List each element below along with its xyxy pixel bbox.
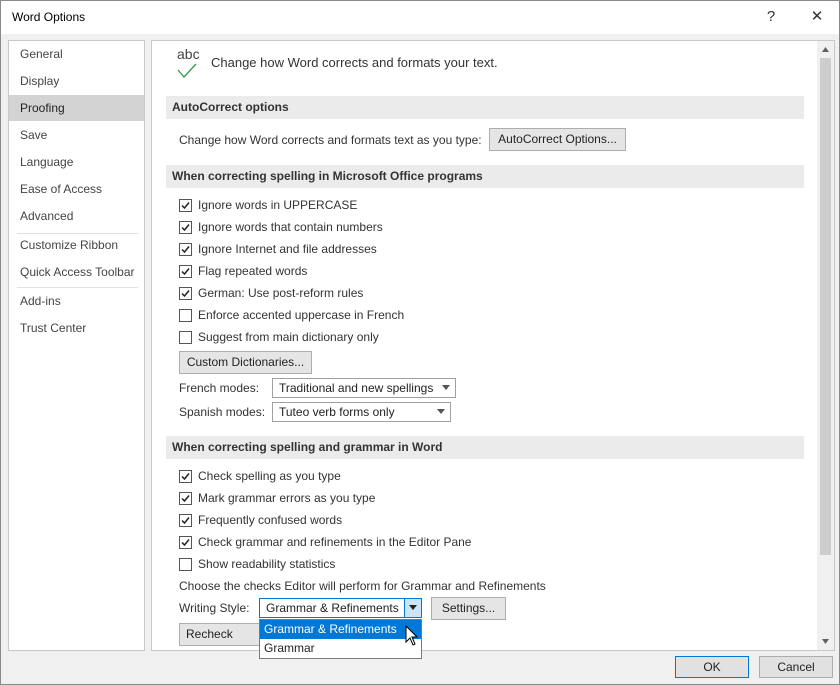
abc-check-icon: abc xyxy=(176,46,206,80)
nav-item-language[interactable]: Language xyxy=(9,149,144,175)
proofing-panel: abc Change how Word corrects and formats… xyxy=(151,40,835,651)
checkbox[interactable] xyxy=(179,536,192,549)
checkbox[interactable] xyxy=(179,492,192,505)
chevron-down-icon xyxy=(442,385,450,390)
autocorrect-text: Change how Word corrects and formats tex… xyxy=(179,133,482,147)
nav-item-trust-center[interactable]: Trust Center xyxy=(9,315,144,341)
french-modes-select[interactable]: Traditional and new spellings xyxy=(272,378,456,398)
checkbox[interactable] xyxy=(179,514,192,527)
cancel-button[interactable]: Cancel xyxy=(759,656,833,678)
checkbox[interactable] xyxy=(179,243,192,256)
french-modes-label: French modes: xyxy=(179,381,260,395)
nav-item-display[interactable]: Display xyxy=(9,68,144,94)
options-nav: General Display Proofing Save Language E… xyxy=(8,40,145,651)
mouse-cursor-icon xyxy=(405,625,419,646)
section-autocorrect: AutoCorrect options xyxy=(166,96,804,119)
writing-style-dropdown: Grammar & Refinements Grammar xyxy=(259,619,422,659)
section-word-spelling: When correcting spelling and grammar in … xyxy=(166,436,804,459)
recheck-document-button[interactable]: Recheck Docu xyxy=(179,623,269,646)
nav-item-customize-ribbon[interactable]: Customize Ribbon xyxy=(9,232,144,258)
custom-dictionaries-button[interactable]: Custom Dictionaries... xyxy=(179,351,312,374)
nav-item-add-ins[interactable]: Add-ins xyxy=(9,288,144,314)
dropdown-option-grammar[interactable]: Grammar xyxy=(260,639,421,658)
ok-button[interactable]: OK xyxy=(675,656,749,678)
scroll-up-icon[interactable] xyxy=(819,43,832,56)
close-button[interactable]: ✕ xyxy=(802,5,832,29)
nav-item-proofing[interactable]: Proofing xyxy=(9,95,144,121)
spanish-modes-label: Spanish modes: xyxy=(179,405,266,419)
autocorrect-options-button[interactable]: AutoCorrect Options... xyxy=(489,128,626,151)
checkbox[interactable] xyxy=(179,470,192,483)
scrollbar-thumb[interactable] xyxy=(820,58,831,555)
writing-style-label: Writing Style: xyxy=(179,601,250,615)
content-scrollbar[interactable] xyxy=(817,41,834,650)
nav-item-save[interactable]: Save xyxy=(9,122,144,148)
checkbox[interactable] xyxy=(179,199,192,212)
dropdown-button[interactable] xyxy=(404,599,421,617)
settings-button[interactable]: Settings... xyxy=(431,597,506,620)
scroll-down-icon[interactable] xyxy=(819,635,832,648)
nav-item-general[interactable]: General xyxy=(9,41,144,67)
chevron-down-icon xyxy=(437,409,445,414)
checkbox[interactable] xyxy=(179,265,192,278)
checkbox[interactable] xyxy=(179,331,192,344)
checkbox[interactable] xyxy=(179,309,192,322)
writing-style-select[interactable]: Grammar & Refinements xyxy=(259,598,422,618)
nav-item-quick-access-toolbar[interactable]: Quick Access Toolbar xyxy=(9,259,144,285)
dropdown-option-grammar-refinements[interactable]: Grammar & Refinements xyxy=(260,620,421,639)
section-office-spelling: When correcting spelling in Microsoft Of… xyxy=(166,165,804,188)
checkbox[interactable] xyxy=(179,221,192,234)
help-button[interactable]: ? xyxy=(756,5,786,29)
nav-item-ease-of-access[interactable]: Ease of Access xyxy=(9,176,144,202)
title-bar: Word Options ? ✕ xyxy=(1,1,839,34)
choose-checks-text: Choose the checks Editor will perform fo… xyxy=(179,579,546,593)
nav-item-advanced[interactable]: Advanced xyxy=(9,203,144,229)
spanish-modes-select[interactable]: Tuteo verb forms only xyxy=(272,402,451,422)
window-title: Word Options xyxy=(12,10,86,24)
checkbox[interactable] xyxy=(179,287,192,300)
chevron-down-icon xyxy=(409,605,417,610)
checkbox[interactable] xyxy=(179,558,192,571)
page-header: Change how Word corrects and formats you… xyxy=(211,55,498,70)
word-options-dialog: Word Options ? ✕ General Display Proofin… xyxy=(0,0,840,685)
